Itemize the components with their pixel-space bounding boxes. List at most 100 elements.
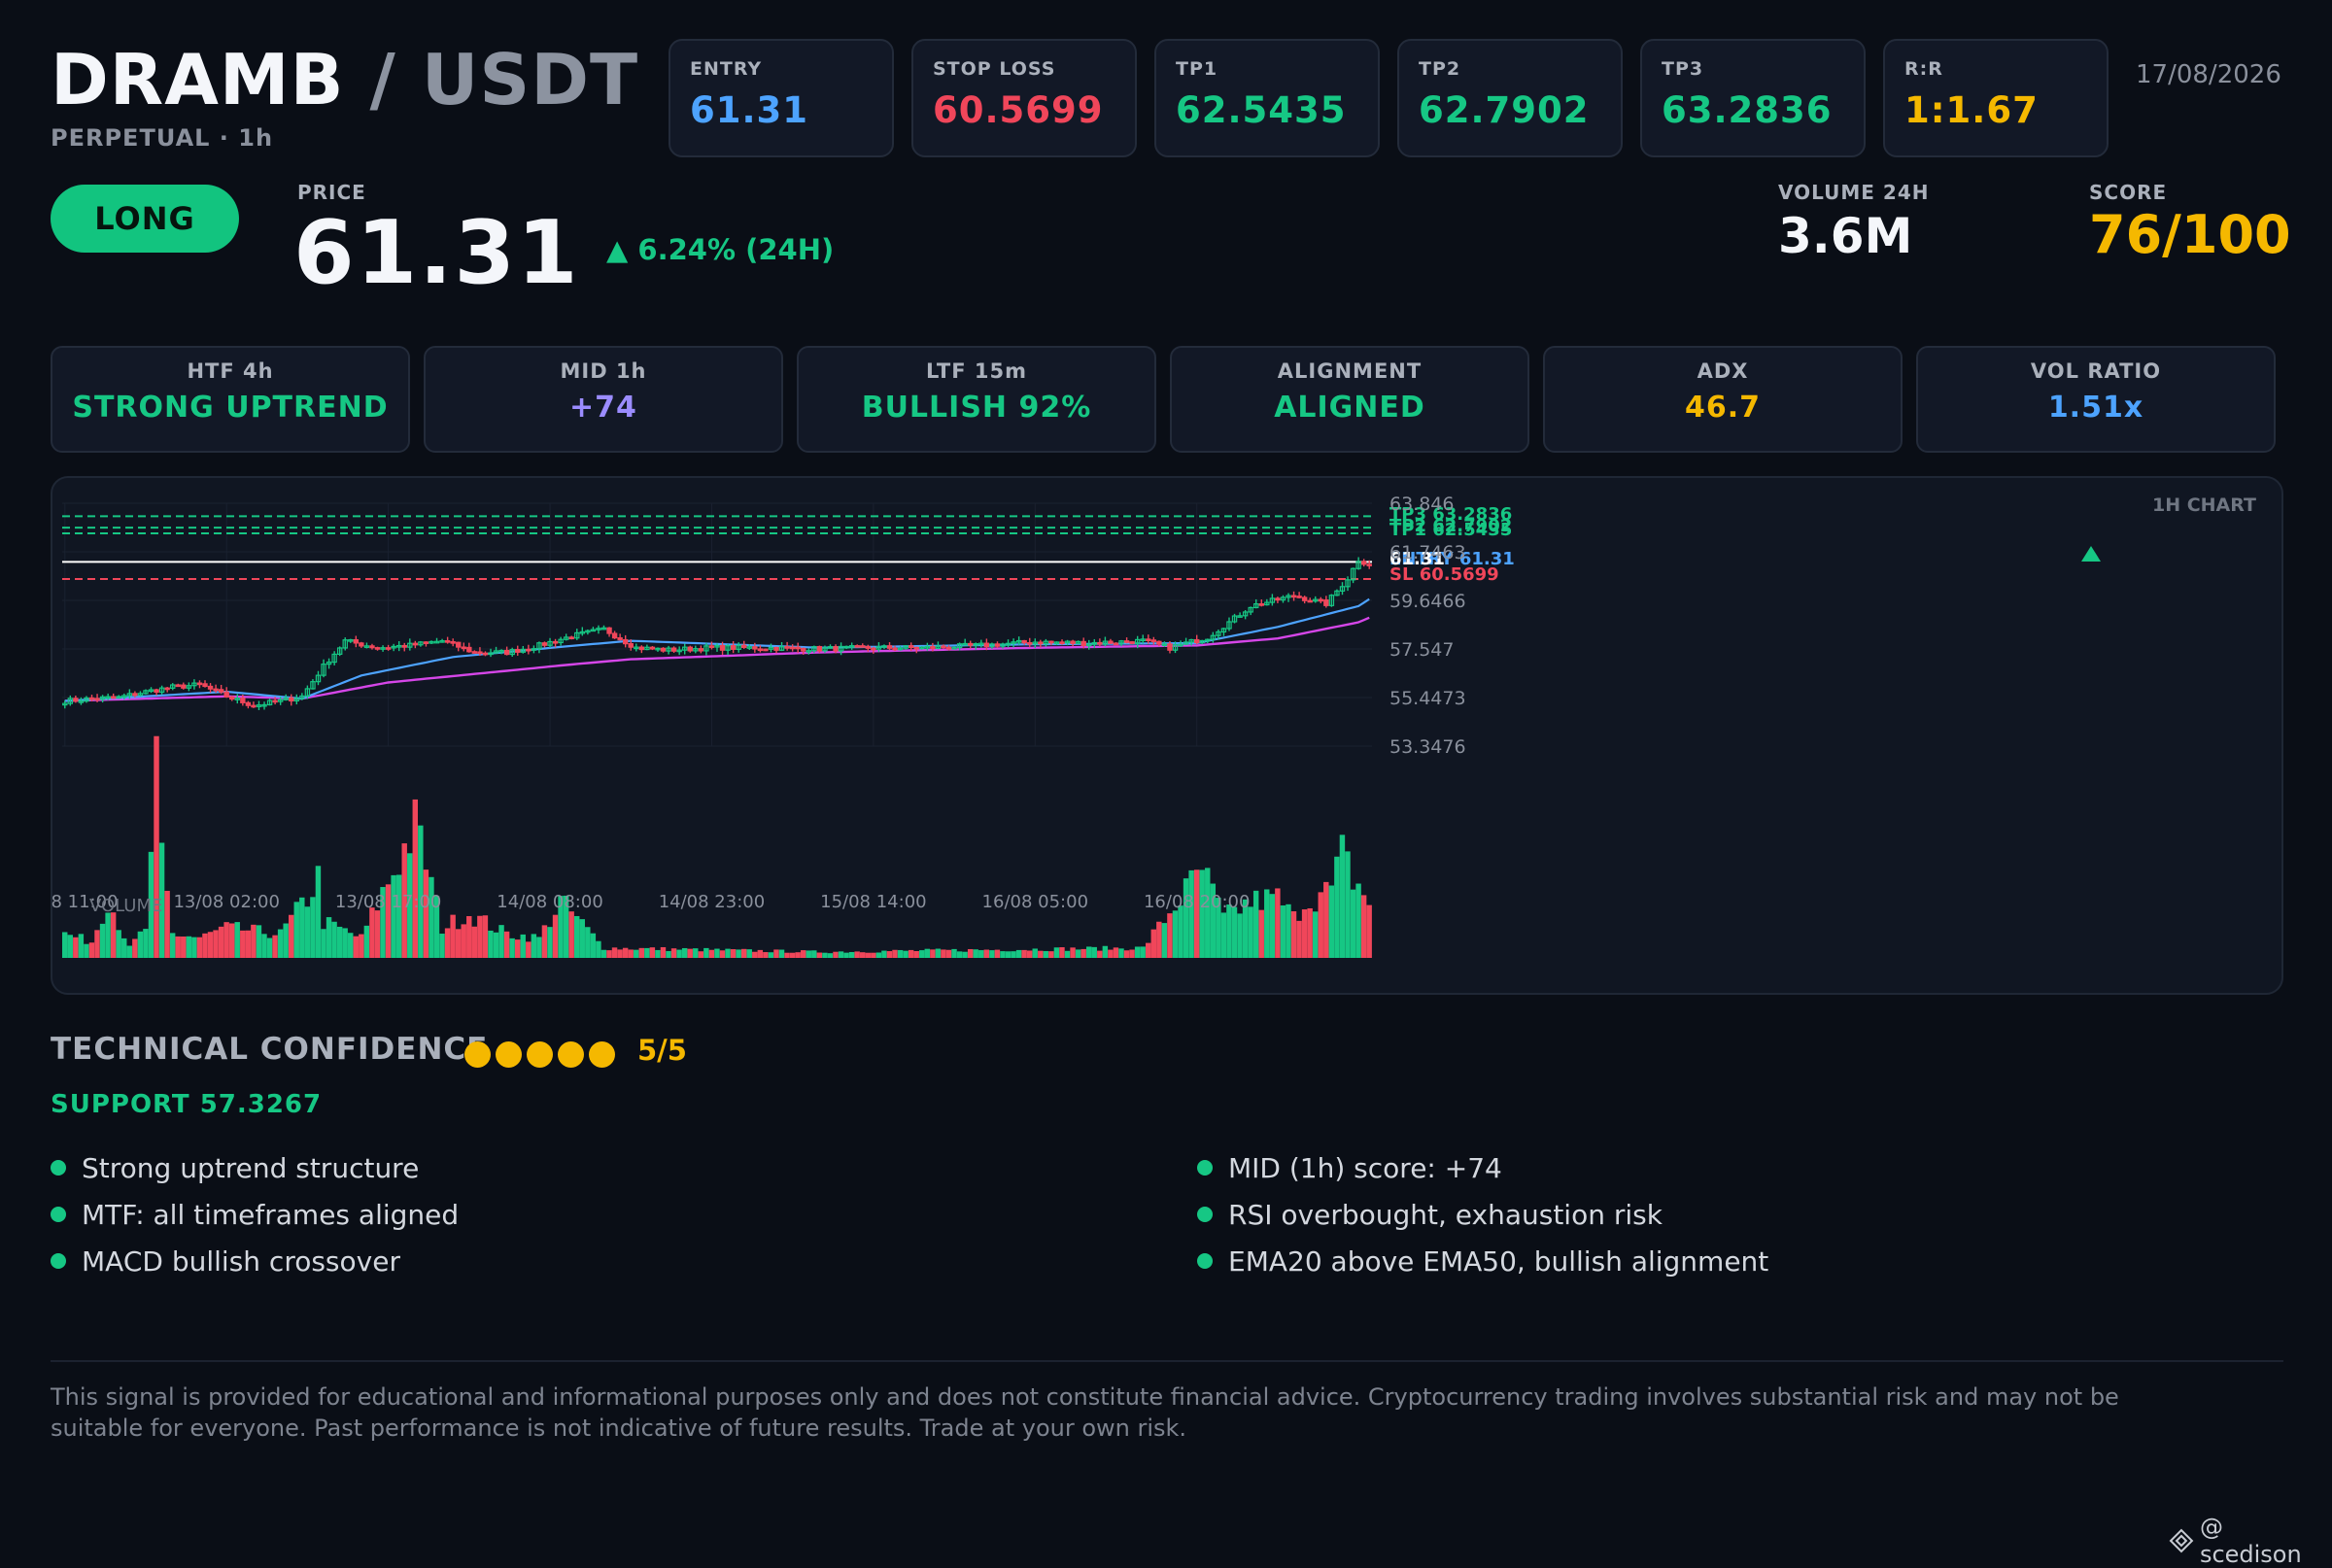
candle-body — [1150, 639, 1157, 642]
candle-body — [251, 704, 257, 708]
volume-bar — [1102, 945, 1109, 958]
volume-bar — [941, 949, 946, 958]
volume-bar — [1156, 921, 1162, 958]
price-value: 61.31 — [293, 202, 580, 304]
volume-bar — [827, 953, 834, 958]
candle-body — [88, 697, 95, 700]
bullet-dot-icon — [1197, 1160, 1213, 1176]
support-level: SUPPORT 57.3267 — [51, 1090, 323, 1119]
confidence-score: 5/5 — [637, 1034, 687, 1067]
candle-body — [628, 643, 634, 648]
volume-bar — [1108, 949, 1114, 958]
volume-bar — [1070, 947, 1076, 958]
candle-body — [687, 646, 693, 652]
level-label: SL 60.5699 — [1389, 564, 1499, 585]
volume-bar — [1140, 946, 1146, 958]
x-tick-label: 16/08 20:00 — [1144, 892, 1250, 912]
volume-bar — [579, 919, 585, 958]
candle-body — [945, 646, 952, 650]
volume-bar — [395, 874, 402, 958]
volume-bar — [121, 937, 127, 958]
volume-bar — [461, 924, 466, 958]
volume-bar — [568, 911, 574, 958]
pair-quote: USDT — [421, 39, 639, 120]
volume-bar — [1183, 878, 1189, 958]
candle-body — [477, 651, 483, 655]
volume-bar — [552, 914, 559, 958]
candle-body — [353, 638, 360, 644]
volume-bar — [169, 933, 176, 958]
candle-body — [289, 697, 294, 702]
volume-bar — [573, 915, 580, 958]
candle-body — [1366, 563, 1372, 566]
tp1-card: TP1 62.5435 — [1154, 39, 1380, 157]
volume-bar — [1258, 909, 1264, 958]
volume-bars — [62, 735, 1372, 958]
x-tick-label: 13/08 02:00 — [173, 892, 279, 912]
volume-bar — [763, 952, 769, 958]
volume-bar — [126, 945, 133, 958]
candle-body — [741, 644, 747, 648]
candle-body — [1048, 640, 1054, 644]
candle-body — [1080, 640, 1086, 646]
candles — [62, 557, 1372, 710]
volume-bar — [1123, 950, 1130, 958]
volume-bar — [315, 866, 322, 958]
candle-body — [660, 647, 667, 652]
volume-bar — [1334, 856, 1340, 958]
volume-bar — [1355, 883, 1361, 958]
candle-body — [1156, 640, 1162, 645]
candle-body — [1318, 598, 1324, 602]
volume-bar — [1085, 946, 1092, 958]
candle-body — [444, 639, 451, 643]
candle-body — [466, 646, 472, 653]
volume-bar — [1053, 947, 1060, 958]
volume-bar — [989, 950, 995, 958]
y-tick-label: 61.7463 — [1389, 542, 1466, 563]
volume-bar — [585, 927, 591, 958]
volume-bar — [191, 937, 197, 958]
candle-body — [983, 642, 990, 648]
candle-body — [385, 647, 392, 650]
volume-bar — [154, 735, 159, 958]
score-value: 76/100 — [2089, 204, 2291, 265]
volume-bar — [1064, 950, 1071, 958]
volume-bar — [649, 947, 656, 958]
tp3-value: 63.2836 — [1662, 89, 1833, 131]
volume-bar — [429, 876, 434, 958]
volume-bar — [800, 950, 806, 958]
candle-body — [482, 652, 489, 656]
htf-card: HTF 4h STRONG UPTREND — [51, 346, 410, 453]
volume-bar — [1113, 947, 1119, 958]
volume-bar — [1048, 951, 1054, 958]
candle-body — [816, 646, 823, 652]
volume-bar — [277, 929, 284, 958]
candle-body — [622, 638, 629, 645]
price-chart[interactable]: TP3 63.2836TP2 62.7902TP1 62.5435ENTRY 6… — [51, 476, 2283, 995]
candle-body — [1296, 596, 1302, 598]
volume-bar — [1134, 946, 1141, 958]
candle-body — [456, 641, 462, 648]
candle-body — [892, 647, 898, 651]
volume-bar — [261, 934, 267, 958]
volume-bar — [622, 947, 629, 958]
volume-bar — [331, 921, 337, 958]
alignment-card: ALIGNMENT ALIGNED — [1170, 346, 1529, 453]
candle-body — [1360, 561, 1367, 565]
mid-label: MID 1h — [560, 359, 647, 383]
volume-bar — [1026, 950, 1033, 958]
volume-bar — [719, 950, 726, 958]
candle-body — [1113, 642, 1119, 646]
volume-bar — [62, 932, 68, 958]
candle-body — [941, 645, 946, 649]
volume-bar — [703, 947, 709, 958]
volume-bar — [740, 948, 747, 958]
candle-body — [1070, 640, 1076, 644]
volume-label: VOLUME 24H — [1778, 181, 1930, 204]
volume-bar — [288, 914, 294, 958]
adx-value: 46.7 — [1684, 391, 1762, 425]
volume-bar — [1097, 950, 1103, 958]
price-label: PRICE — [297, 181, 366, 204]
volume-bar — [245, 930, 252, 958]
volume-bar — [860, 952, 866, 958]
